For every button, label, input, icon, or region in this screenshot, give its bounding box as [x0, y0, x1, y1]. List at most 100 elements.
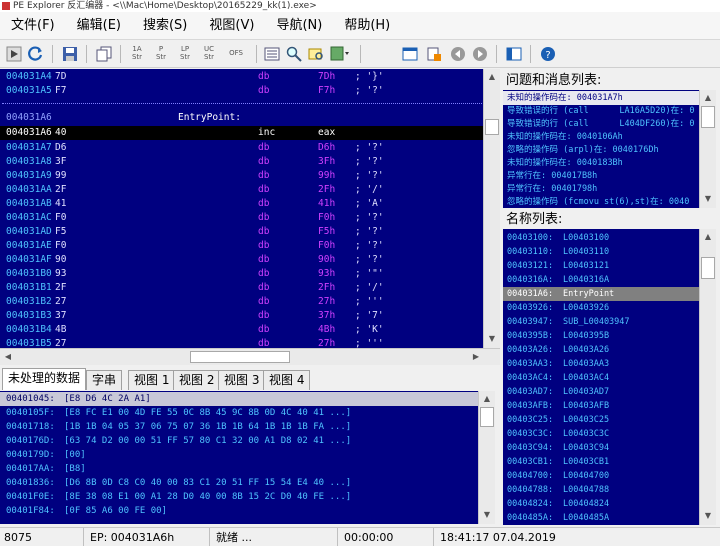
disassembly-pane[interactable]: 004031A4 7D db 7Dh; '}' 004031A5 F7 db F7h; '?…	[0, 69, 483, 348]
scroll-up-icon[interactable]: ▲	[702, 92, 714, 104]
name-item[interactable]: 0040395B: L0040395B	[503, 329, 699, 343]
find-next-icon[interactable]	[306, 44, 326, 64]
name-item[interactable]: 00403C3C: L00403C3C	[503, 427, 699, 441]
forward-icon[interactable]	[470, 44, 490, 64]
scroll-down-icon[interactable]: ▼	[702, 510, 714, 522]
name-item[interactable]: 00404788: L00404788	[503, 483, 699, 497]
play-icon[interactable]	[4, 44, 24, 64]
disasm-row[interactable]: 004031AF 90 db 90h ; '?'	[0, 253, 483, 267]
goto-dropdown-icon[interactable]	[330, 44, 350, 64]
name-item[interactable]: 00403926: L00403926	[503, 301, 699, 315]
raw-row[interactable]: 0040179D: [00]	[0, 448, 478, 462]
name-item[interactable]: 00403947: SUB_L00403947	[503, 315, 699, 329]
names-vertical-scrollbar[interactable]: ▲ ▼	[699, 229, 716, 525]
name-item[interactable]: 00403AC4: L00403AC4	[503, 371, 699, 385]
scroll-thumb[interactable]	[701, 257, 715, 279]
disasm-row[interactable]: 004031AB 41 db 41h ; 'A'	[0, 197, 483, 211]
name-item[interactable]: 00403AD7: L00403AD7	[503, 385, 699, 399]
disasm-row[interactable]: 004031B4 4B db 4Bh ; 'K'	[0, 323, 483, 337]
scroll-up-icon[interactable]: ▲	[481, 393, 493, 405]
disasm-row[interactable]: 004031AA 2F db 2Fh ; '/'	[0, 183, 483, 197]
raw-row[interactable]: 00401045: [E8 D6 4C 2A A1]	[0, 392, 478, 406]
scroll-thumb[interactable]	[190, 351, 290, 363]
disasm-row[interactable]: 004031A9 99 db 99h ; '?'	[0, 169, 483, 183]
menu-navigate[interactable]: 导航(N)	[265, 12, 333, 40]
disasm-row[interactable]: 004031A4 7D db 7Dh; '}'	[0, 70, 483, 84]
issues-list[interactable]: 未知的操作码在: 004031A7h 导致错误的行 (call LA16A5D20…	[503, 90, 699, 208]
tab-raw-data[interactable]: 未处理的数据	[2, 368, 87, 390]
tab-view-1[interactable]: 视图 1	[128, 370, 176, 390]
issue-item[interactable]: 导致错误的行 (call L404DF260)在: 0	[503, 117, 699, 131]
str-uc-button[interactable]: UC Str	[200, 45, 218, 61]
disasm-row[interactable]: 004031A7 D6 db D6h ; '?'	[0, 141, 483, 155]
raw-row[interactable]: 00401718: [1B 1B 04 05 37 06 75 07 36 1B …	[0, 420, 478, 434]
names-list[interactable]: 00403100: L00403100 00403110: L00403110 0040…	[503, 229, 699, 525]
scroll-up-icon[interactable]: ▲	[486, 71, 498, 83]
scroll-thumb[interactable]	[480, 407, 494, 427]
name-item[interactable]: 00403110: L00403110	[503, 245, 699, 259]
disasm-row[interactable]: 004031A8 3F db 3Fh ; '?'	[0, 155, 483, 169]
tab-view-4[interactable]: 视图 4	[263, 370, 311, 390]
issue-item[interactable]: 异常行在: 004017B8h	[503, 169, 699, 183]
layout-icon[interactable]	[504, 44, 524, 64]
issue-item[interactable]: 导致错误的行 (call LA16A5D20)在: 0	[503, 104, 699, 118]
scroll-thumb[interactable]	[485, 119, 499, 135]
name-item[interactable]: 00403AFB: L00403AFB	[503, 399, 699, 413]
disasm-row[interactable]: 004031B1 2F db 2Fh ; '/'	[0, 281, 483, 295]
disasm-row[interactable]: 004031AE F0 db F0h ; '?'	[0, 239, 483, 253]
name-item[interactable]: 00403C94: L00403C94	[503, 441, 699, 455]
disasm-row[interactable]: 004031B2 27 db 27h ; '''	[0, 295, 483, 309]
str-p-button[interactable]: P Str	[152, 45, 170, 61]
save-icon[interactable]	[60, 44, 80, 64]
list-view-icon[interactable]	[262, 44, 282, 64]
menu-view[interactable]: 视图(V)	[198, 12, 265, 40]
name-item[interactable]: 0040316A: L0040316A	[503, 273, 699, 287]
disasm-vertical-scrollbar[interactable]: ▲ ▼	[483, 69, 500, 348]
disasm-row[interactable]: 004031B3 37 db 37h ; '7'	[0, 309, 483, 323]
disasm-row[interactable]: 004031AC F0 db F0h ; '?'	[0, 211, 483, 225]
name-item[interactable]: 00403C25: L00403C25	[503, 413, 699, 427]
scroll-up-icon[interactable]: ▲	[702, 231, 714, 243]
menu-help[interactable]: 帮助(H)	[333, 12, 401, 40]
issues-vertical-scrollbar[interactable]: ▲ ▼	[699, 90, 716, 208]
name-item[interactable]: 004031A6: EntryPoint	[503, 287, 699, 301]
disasm-row[interactable]: 004031B0 93 db 93h ; '"'	[0, 267, 483, 281]
copy-icon[interactable]	[94, 44, 114, 64]
issue-item[interactable]: 未知的操作码在: 004031A7h	[503, 91, 699, 105]
search-icon[interactable]	[284, 44, 304, 64]
scroll-down-icon[interactable]: ▼	[702, 193, 714, 205]
issue-item[interactable]: 忽略的操作码 (fcmovu st(6),st)在: 0040	[503, 195, 699, 208]
disasm-row[interactable]: 004031A5 F7 db F7h; '?'	[0, 84, 483, 98]
issue-item[interactable]: 未知的操作码在: 0040106Ah	[503, 130, 699, 144]
disasm-row[interactable]: 004031AD F5 db F5h ; '?'	[0, 225, 483, 239]
issue-item[interactable]: 未知的操作码在: 0040183Bh	[503, 156, 699, 170]
scroll-down-icon[interactable]: ▼	[486, 333, 498, 345]
entrypoint-label-row[interactable]: 004031A6 EntryPoint:	[0, 111, 483, 125]
scroll-left-icon[interactable]: ◀	[2, 351, 14, 363]
issue-item[interactable]: 异常行在: 00401798h	[503, 182, 699, 196]
help-icon[interactable]: ?	[538, 44, 558, 64]
scroll-right-icon[interactable]: ▶	[470, 351, 482, 363]
scroll-down-icon[interactable]: ▼	[481, 509, 493, 521]
window-icon[interactable]	[400, 44, 420, 64]
name-item[interactable]: 00403A26: L00403A26	[503, 343, 699, 357]
name-item[interactable]: 0040485A: L0040485A	[503, 511, 699, 525]
name-item[interactable]: 00403CB1: L00403CB1	[503, 455, 699, 469]
name-item[interactable]: 00403AA3: L00403AA3	[503, 357, 699, 371]
menu-edit[interactable]: 编辑(E)	[66, 12, 132, 40]
disasm-row[interactable]: 004031B5 27 db 27h ; '''	[0, 337, 483, 348]
raw-row[interactable]: 00401F0E: [8E 38 08 E1 00 A1 28 D0 40 00 …	[0, 490, 478, 504]
name-item[interactable]: 00403100: L00403100	[503, 231, 699, 245]
raw-row[interactable]: 00401836: [D6 8B 0D C8 C0 40 00 83 C1 20 …	[0, 476, 478, 490]
disasm-row-selected[interactable]: 004031A6 40 inc eax	[0, 126, 483, 140]
tab-view-3[interactable]: 视图 3	[218, 370, 266, 390]
ofs-button[interactable]: OFS	[224, 49, 248, 57]
name-item[interactable]: 00404700: L00404700	[503, 469, 699, 483]
name-item[interactable]: 00404824: L00404824	[503, 497, 699, 511]
str-1a-button[interactable]: 1A Str	[128, 45, 146, 61]
issue-item[interactable]: 忽略的操作码 (arpl)在: 0040176Dh	[503, 143, 699, 157]
str-lp-button[interactable]: LP Str	[176, 45, 194, 61]
tab-strings[interactable]: 字串	[86, 370, 123, 390]
raw-vertical-scrollbar[interactable]: ▲ ▼	[478, 391, 495, 524]
tab-view-2[interactable]: 视图 2	[173, 370, 221, 390]
